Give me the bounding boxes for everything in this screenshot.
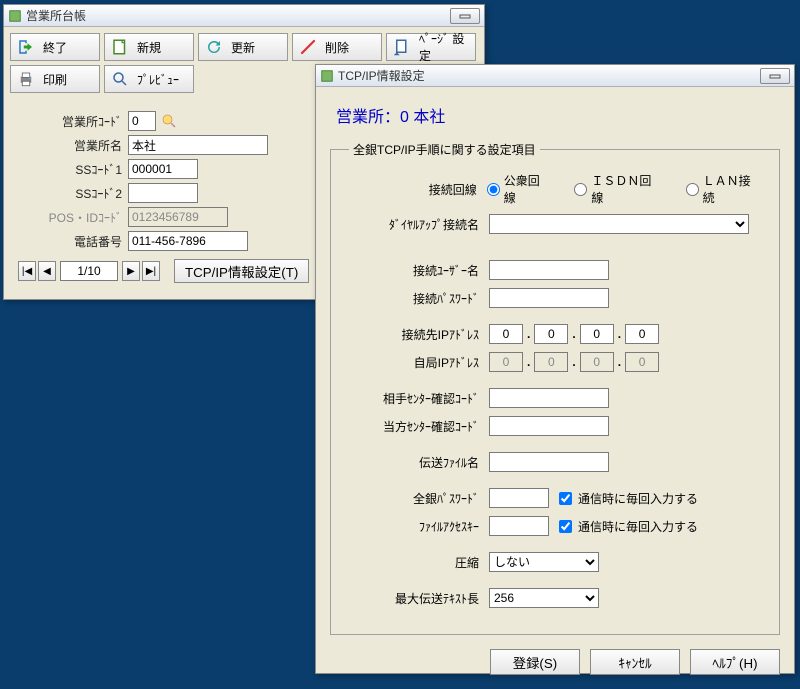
password-label: 接続ﾊﾟｽﾜｰﾄﾞ <box>349 290 489 307</box>
exit-button[interactable]: 終了 <box>10 33 100 61</box>
ss-code1-input[interactable] <box>128 159 198 179</box>
close-button[interactable] <box>450 8 480 24</box>
phone-input[interactable] <box>128 231 248 251</box>
remote-ip-1[interactable] <box>489 324 523 344</box>
zengin-password-prompt-label: 通信時に毎回入力する <box>578 490 698 507</box>
tcpip-dialog: TCP/IP情報設定 営業所：0 本社 全銀TCP/IP手順に関する設定項目 接… <box>315 64 795 674</box>
tcpip-settings-button[interactable]: TCP/IP情報設定(T) <box>174 259 309 283</box>
radio-public[interactable]: 公衆回線 <box>487 172 551 206</box>
register-button[interactable]: 登録(S) <box>490 649 580 675</box>
local-ip-1 <box>489 352 523 372</box>
file-access-key-input[interactable] <box>489 516 549 536</box>
record-position: 1/10 <box>60 261 118 281</box>
group-title: 全銀TCP/IP手順に関する設定項目 <box>349 141 540 158</box>
zengin-password-label: 全銀ﾊﾟｽﾜｰﾄﾞ <box>349 490 489 507</box>
page-setup-button[interactable]: ﾍﾟｰｼﾞ 設定 <box>386 33 476 61</box>
ss-code2-input[interactable] <box>128 183 198 203</box>
branch-name-label: 営業所名 <box>18 137 128 154</box>
password-input[interactable] <box>489 288 609 308</box>
new-button[interactable]: 新規 <box>104 33 194 61</box>
local-ip-2 <box>534 352 568 372</box>
remote-center-input[interactable] <box>489 388 609 408</box>
update-button[interactable]: 更新 <box>198 33 288 61</box>
max-text-length-select[interactable]: 256 <box>489 588 599 608</box>
max-text-length-label: 最大伝送ﾃｷｽﾄ長 <box>349 590 489 607</box>
radio-isdn[interactable]: ＩＳＤＮ回線 <box>574 172 661 206</box>
file-access-key-prompt-checkbox[interactable] <box>559 520 572 533</box>
remote-ip-group: . . . <box>489 324 659 344</box>
titlebar: 営業所台帳 <box>4 5 484 27</box>
dialog-titlebar: TCP/IP情報設定 <box>316 65 794 87</box>
local-center-label: 当方ｾﾝﾀｰ確認ｺｰﾄﾞ <box>349 418 489 435</box>
phone-label: 電話番号 <box>18 233 128 250</box>
window-title: 営業所台帳 <box>26 7 450 24</box>
ss-code1-label: SSｺｰﾄﾞ1 <box>18 161 128 178</box>
remote-center-label: 相手ｾﾝﾀｰ確認ｺｰﾄﾞ <box>349 390 489 407</box>
pos-id-label: POS・IDｺｰﾄﾞ <box>18 209 128 226</box>
branch-name-input[interactable] <box>128 135 268 155</box>
file-access-key-label: ﾌｧｲﾙｱｸｾｽｷｰ <box>349 518 489 535</box>
branch-code-label: 営業所ｺｰﾄﾞ <box>18 113 128 130</box>
radio-lan[interactable]: ＬＡＮ接続 <box>686 172 761 206</box>
user-label: 接続ﾕｰｻﾞｰ名 <box>349 262 489 279</box>
local-ip-label: 自局IPｱﾄﾞﾚｽ <box>349 354 489 371</box>
app-icon <box>8 9 22 23</box>
print-button[interactable]: 印刷 <box>10 65 100 93</box>
dialog-close-button[interactable] <box>760 68 790 84</box>
remote-ip-label: 接続先IPｱﾄﾞﾚｽ <box>349 326 489 343</box>
nav-first-button[interactable]: |◀ <box>18 261 36 281</box>
local-center-input[interactable] <box>489 416 609 436</box>
compression-select[interactable]: しない <box>489 552 599 572</box>
settings-group: 全銀TCP/IP手順に関する設定項目 接続回線 公衆回線 ＩＳＤＮ回線 ＬＡＮ接… <box>330 141 780 635</box>
zengin-password-prompt-checkbox[interactable] <box>559 492 572 505</box>
dialup-name-label: ﾀﾞｲﾔﾙｱｯﾌﾟ接続名 <box>349 216 489 233</box>
delete-button[interactable]: 削除 <box>292 33 382 61</box>
cancel-button[interactable]: ｷｬﾝｾﾙ <box>590 649 680 675</box>
file-access-key-prompt-label: 通信時に毎回入力する <box>578 518 698 535</box>
branch-code-input[interactable] <box>128 111 156 131</box>
local-ip-group: . . . <box>489 352 659 372</box>
lookup-icon[interactable] <box>160 112 178 130</box>
nav-last-button[interactable]: ▶| <box>142 261 160 281</box>
dialog-header-label: 営業所：0 本社 <box>336 103 780 127</box>
preview-button[interactable]: ﾌﾟﾚﾋﾞｭｰ <box>104 65 194 93</box>
transfer-file-label: 伝送ﾌｧｲﾙ名 <box>349 454 489 471</box>
dialog-body: 営業所：0 本社 全銀TCP/IP手順に関する設定項目 接続回線 公衆回線 ＩＳ… <box>316 87 794 689</box>
help-button[interactable]: ﾍﾙﾌﾟ(H) <box>690 649 780 675</box>
remote-ip-4[interactable] <box>625 324 659 344</box>
pos-id-input <box>128 207 228 227</box>
dialup-name-select[interactable] <box>489 214 749 234</box>
transfer-file-input[interactable] <box>489 452 609 472</box>
remote-ip-3[interactable] <box>580 324 614 344</box>
remote-ip-2[interactable] <box>534 324 568 344</box>
dialog-title: TCP/IP情報設定 <box>338 67 760 84</box>
dialog-icon <box>320 69 334 83</box>
dialog-button-row: 登録(S) ｷｬﾝｾﾙ ﾍﾙﾌﾟ(H) <box>330 649 780 675</box>
local-ip-4 <box>625 352 659 372</box>
nav-next-button[interactable]: ▶ <box>122 261 140 281</box>
user-input[interactable] <box>489 260 609 280</box>
connection-line-label: 接続回線 <box>349 181 487 198</box>
zengin-password-input[interactable] <box>489 488 549 508</box>
ss-code2-label: SSｺｰﾄﾞ2 <box>18 185 128 202</box>
local-ip-3 <box>580 352 614 372</box>
compression-label: 圧縮 <box>349 554 489 571</box>
nav-prev-button[interactable]: ◀ <box>38 261 56 281</box>
